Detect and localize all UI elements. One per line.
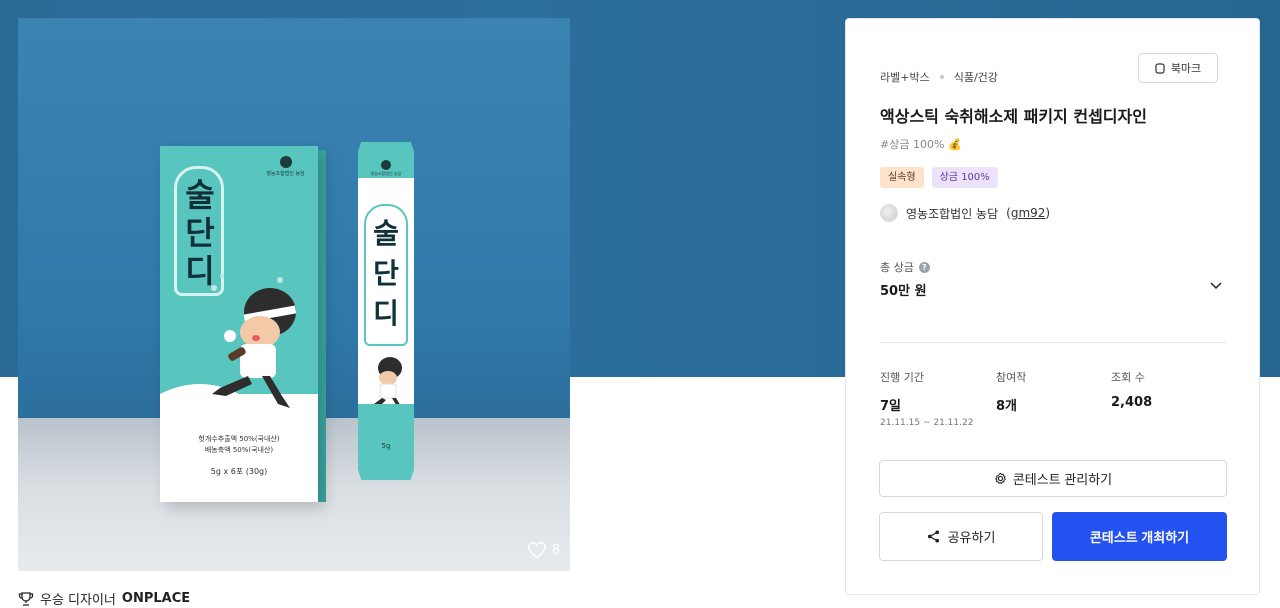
prize-label: 총 상금 ? [880, 259, 930, 275]
hashtag[interactable]: #상금 100% 💰 [880, 136, 962, 152]
share-button[interactable]: 공유하기 [879, 512, 1043, 561]
like-count: 8 [551, 542, 560, 558]
category-breadcrumb: 라벨+박스 식품/건강 [880, 69, 998, 85]
avatar [880, 204, 898, 222]
badge-list: 실속형 상금 100% [880, 167, 998, 188]
host-name: 영농조합법인 농담 [906, 206, 999, 221]
award-prefix: 우승 디자이너 [40, 593, 116, 608]
host-id[interactable]: gm92 [1011, 206, 1046, 220]
mascot-illustration [211, 274, 297, 408]
package-box: 영농조합법인 농담 술 단 디 헛개수추출액 50%(국내산) 배농축액 50%… [160, 146, 318, 502]
host-contest-button[interactable]: 콘테스트 개최하기 [1052, 512, 1227, 561]
bookmark-icon [1155, 62, 1165, 74]
box-weight: 5g x 6포 (30g) [210, 467, 268, 476]
bookmark-label: 북마크 [1170, 63, 1202, 75]
contest-info-panel: 라벨+박스 식품/건강 북마크 액상스틱 숙취해소제 패키지 컨셉디자인 #상금… [845, 18, 1260, 595]
box-ingredients: 헛개수추출액 50%(국내산) 배농축액 50%(국내산) [198, 435, 280, 454]
host-info[interactable]: 영농조합법인 농담 (gm92) [880, 204, 1050, 222]
manage-contest-button[interactable]: 콘테스트 관리하기 [879, 460, 1227, 497]
gear-icon [994, 472, 1006, 484]
trophy-icon [18, 591, 34, 606]
stick-logo: 영농조합법인 농담 [362, 160, 410, 177]
product-image[interactable]: 영농조합법인 농담 술 단 디 헛개수추출액 50%(국내산) 배농축액 50%… [18, 18, 570, 571]
stat-entries: 참여작 8개 [996, 371, 1027, 414]
category-secondary[interactable]: 식품/건강 [954, 69, 998, 85]
prize-value: 50만 원 [880, 284, 927, 299]
help-icon[interactable]: ? [918, 261, 930, 273]
winner-designer: 우승 디자이너 ONPLACE [18, 589, 190, 608]
category-primary[interactable]: 라벨+박스 [880, 69, 930, 85]
designer-name[interactable]: ONPLACE [122, 591, 190, 606]
stick-weight: 5g [381, 442, 391, 450]
separator-dot [939, 75, 944, 79]
bookmark-button[interactable]: 북마크 [1138, 53, 1218, 83]
box-logo: 영농조합법인 농담 [258, 156, 313, 180]
heart-icon [527, 541, 546, 559]
stick-pouch: 영농조합법인 농담 술 단 디 5g [358, 142, 414, 480]
share-icon [927, 530, 939, 543]
stat-views: 조회 수 2,408 [1111, 371, 1153, 410]
badge-plan-type: 실속형 [880, 167, 924, 188]
box-side [318, 150, 326, 502]
divider [880, 342, 1226, 343]
like-button[interactable]: 8 [527, 541, 560, 559]
money-bag-icon: 💰 [948, 137, 963, 151]
badge-prize: 상금 100% [931, 167, 998, 188]
stick-title: 술 단 디 [373, 217, 399, 330]
chevron-down-icon[interactable] [1208, 277, 1224, 293]
stick-mascot [374, 357, 402, 408]
contest-title: 액상스틱 숙취해소제 패키지 컨셉디자인 [880, 107, 1147, 126]
stat-duration: 진행 기간 7일 21.11.15 ~ 21.11.22 [880, 371, 974, 428]
